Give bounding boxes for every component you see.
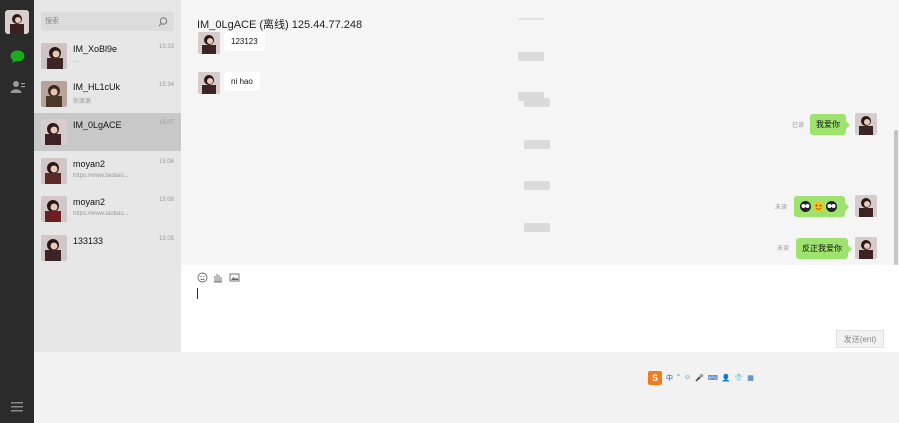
ime-tools-icon[interactable]: ▦ [747, 374, 754, 382]
message-scrollbar[interactable] [894, 130, 898, 265]
ime-keyboard-icon[interactable]: ⌨ [708, 374, 718, 382]
contact-name: IM_HL1cUk [73, 82, 121, 92]
text-caret [197, 288, 198, 299]
timestamp-pill [524, 181, 550, 190]
ime-emoji-icon[interactable]: ☺ [684, 374, 691, 381]
contact-item[interactable]: moyan2 15:08 https://www.taobao... [34, 152, 181, 190]
contact-time: 15:07 [158, 120, 174, 126]
contact-name: IM_XoBl9e [73, 44, 118, 54]
emoji-icon [813, 201, 824, 212]
contact-item[interactable]: IM_HL1cUk 15:34 你滚滚 [34, 75, 181, 113]
hand-icon[interactable] [212, 270, 223, 283]
emoji-icon [826, 201, 837, 212]
contact-preview: https://www.taobao... [73, 173, 129, 179]
chat-icon[interactable] [8, 48, 26, 66]
emoji-icon [800, 201, 811, 212]
send-button[interactable]: 发送(ent) [836, 330, 884, 348]
contact-avatar [41, 119, 67, 145]
search-icon[interactable] [157, 15, 169, 27]
menu-icon[interactable] [8, 398, 26, 416]
contact-time: 15:33 [158, 44, 174, 50]
contact-item[interactable]: 133133 15:05 [34, 229, 181, 267]
search-box [41, 12, 174, 31]
compose-area[interactable]: 发送(ent) [181, 265, 899, 353]
image-icon[interactable] [229, 270, 240, 282]
contact-item-selected[interactable]: IM_0LgACE 15:07 [34, 113, 181, 151]
navigation-rail [0, 0, 34, 423]
contact-avatar [41, 158, 67, 184]
contact-name: 133133 [73, 236, 104, 246]
contact-avatar [41, 43, 67, 69]
ime-punctuation-icon[interactable]: ° [677, 374, 680, 381]
sogou-ime-icon[interactable]: S [648, 370, 662, 385]
self-avatar[interactable] [855, 195, 877, 217]
contacts-icon[interactable] [8, 78, 26, 96]
search-input[interactable] [45, 15, 155, 28]
contact-preview: https://www.taobao... [73, 211, 129, 217]
contact-name: moyan2 [73, 197, 106, 207]
sender-avatar[interactable] [198, 32, 220, 54]
contact-time: 15:34 [158, 82, 174, 88]
read-status: 未读 [777, 246, 790, 252]
bottom-area [34, 352, 899, 423]
contact-name: IM_0LgACE [73, 120, 122, 130]
contact-avatar [41, 81, 67, 107]
timestamp-pill [524, 98, 550, 107]
contact-time: 15:05 [158, 236, 174, 242]
outgoing-message: 反正我爱你 [796, 238, 852, 259]
ime-user-icon[interactable]: 👤 [722, 374, 731, 382]
incoming-message: ni hao [224, 72, 260, 91]
header-divider [518, 18, 544, 20]
contact-time: 15:08 [158, 159, 174, 165]
contacts-panel: IM_XoBl9e 15:33 ... IM_HL1cUk 15:34 你滚滚 … [34, 0, 181, 352]
contact-time: 15:08 [158, 197, 174, 203]
timestamp-pill [518, 52, 544, 61]
ime-toolbar[interactable]: S 中 ° ☺ 🎤 ⌨ 👤 👕 ▦ [648, 370, 754, 385]
emoji-icon[interactable] [197, 270, 208, 283]
ime-mode[interactable]: 中 [666, 373, 673, 383]
ime-voice-icon[interactable]: 🎤 [695, 374, 704, 382]
self-avatar[interactable] [855, 113, 877, 135]
read-status: 未读 [775, 205, 788, 211]
contact-avatar [41, 196, 67, 222]
contact-preview: 你滚滚 [73, 99, 92, 105]
self-avatar[interactable] [855, 237, 877, 259]
read-status: 已读 [792, 123, 805, 129]
contact-item[interactable]: IM_XoBl9e 15:33 ... [34, 37, 181, 75]
timestamp-pill [524, 223, 550, 232]
contact-item[interactable]: moyan2 15:08 https://www.taobao... [34, 190, 181, 228]
incoming-message: 123123 [224, 32, 265, 51]
contact-preview: ... [73, 58, 79, 64]
user-avatar[interactable] [5, 10, 29, 34]
chat-title: IM_0LgACE (离线) 125.44.77.248 [197, 19, 363, 31]
contact-avatar [41, 235, 67, 261]
outgoing-message: 我爱你 [810, 114, 850, 135]
ime-skin-icon[interactable]: 👕 [735, 374, 744, 382]
timestamp-pill [524, 140, 550, 149]
contact-name: moyan2 [73, 159, 106, 169]
sender-avatar[interactable] [198, 72, 220, 94]
outgoing-emoji-message [794, 196, 849, 217]
